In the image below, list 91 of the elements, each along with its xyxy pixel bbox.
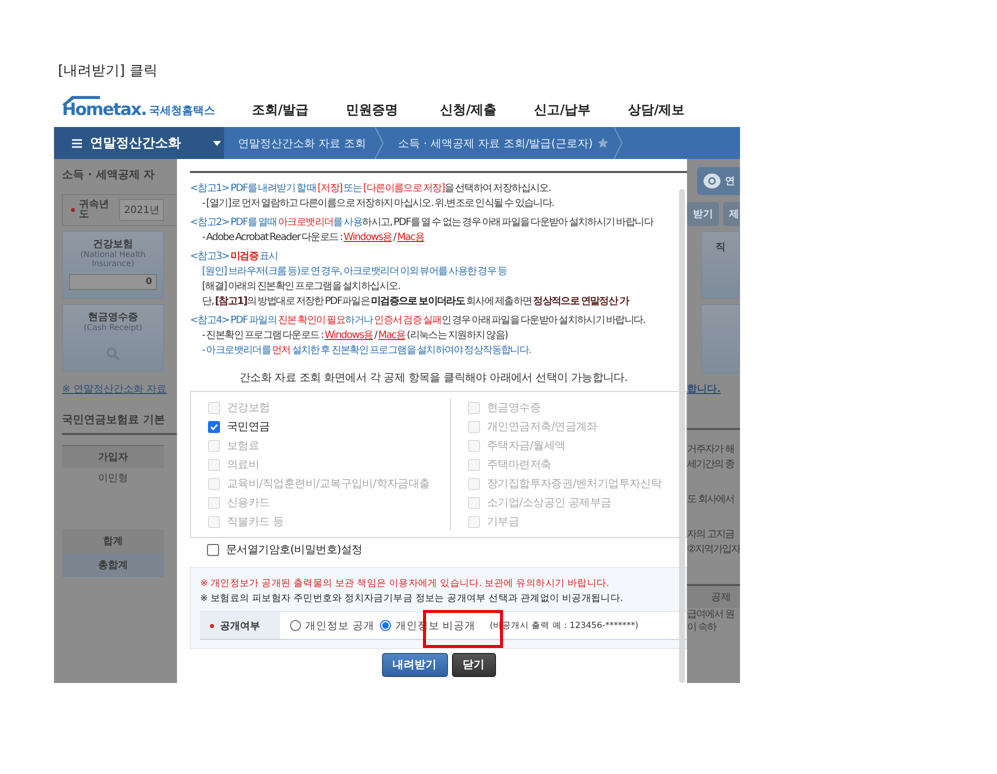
checkbox-label: 직불카드 등 [227,514,284,529]
instruction-text: 간소화 자료 조회 화면에서 각 공제 항목을 클릭해야 아래에서 선택이 가능합니다. [238,370,629,385]
year-select[interactable]: 2021년 [119,199,164,221]
star-icon[interactable] [596,137,609,149]
notice-link[interactable]: 합니다. [687,382,740,396]
card-title: 직 [716,242,726,253]
caret-icon [213,140,221,146]
body-text: 세기간의 종 [687,458,736,472]
checkbox[interactable] [207,544,219,556]
checkbox-label: 국민연금 [227,419,270,434]
checkbox-label: 교육비/직업훈련비/교복구입비/학자금대출 [227,476,430,491]
nav-menu-item[interactable]: 조회/발급 [252,100,346,118]
note-text: <참고1> PDF를 내려받기 할 때[저장]또는[다른이름으로 저장]을 선택하여 저장하십시오. [190,182,552,196]
checkbox-label: 개인연금저축/연금계좌 [487,419,598,434]
info-text: ※ 보험료의 피보험자 주민번호와 정치자금기부금 정보는 공개여부 선택과 관계없이 비공개됩니다. [200,592,624,606]
deduction-card[interactable]: 건강보험 (National Health Insurance) 0 [62,231,164,299]
body-text: ②지역가입자 [687,543,740,557]
download-button[interactable]: 내려받기 [382,653,448,677]
table-cell-text: 급여에서 원 [687,608,736,621]
table-header-cell: 공제 [687,584,740,608]
radio-button[interactable] [290,620,301,631]
body-text: 자의 고지금 [687,528,736,542]
note-text: <참고3>미검증표시 [190,250,279,264]
required-mark-icon [71,208,75,212]
nav-menu-item[interactable]: 신고/납부 [534,100,628,118]
body-text: 도 회사에서 [687,493,736,507]
checkbox-label: 주택자금/월세액 [487,438,566,453]
breadcrumb-separator-icon [612,127,623,159]
checkbox[interactable] [208,420,220,432]
checkbox-label: 문서열기암호(비밀번호)설정 [226,542,362,557]
amount-field: 0 [69,274,157,290]
radio-button[interactable] [380,620,392,631]
download-link[interactable]: Windows용 [324,330,373,341]
caption-text: [내려받기] 클릭 [58,62,158,80]
action-button[interactable]: 제 [723,202,740,226]
radio-label: 개인정보 공개 [305,618,374,632]
checkbox-label: 보험료 [227,438,260,453]
checkbox-label: 신용카드 [227,495,270,510]
note-text: 단,[참고1]의 방법대로 저장한 PDF파일은미검증으로 보이더라도회사에 제출하면정상적으로 연말정산 가 [201,295,630,309]
page-title: 소득 · 세액공제 자 [62,167,156,182]
note-text: - 아크로뱃리더를먼저 설치한 후 진본확인 프로그램을 설치하여야 정상작동합니다. [201,344,532,358]
note-text: [원인] 브라우저(크롬 등)로 연 경우, 아크로뱃리더 이외 뷰어를 사용한 경우 등 [201,265,508,279]
table-footer-cell: 합계 [62,529,164,553]
form-label: 공개여부 [200,612,280,639]
table-header-cell: 가입자 [62,445,164,468]
checkbox-label: 소기업/소상공인 공제부금 [487,495,612,510]
deduction-card[interactable] [701,304,740,374]
deduction-card[interactable]: 현금영수증 (Cash Receipt) [62,304,164,372]
note-text: - Adobe Acrobat Reader 다운로드 :Windows용/Mac용 [201,231,426,245]
checkbox-label: 장기집합투자증권/벤처기업투자신탁 [487,476,662,491]
warning-text: ※ 개인정보가 공개된 출력물의 보관 책임은 이용자에게 있습니다. 보관에 유의하시기 바랍니다. [200,577,610,591]
service-button[interactable]: 연 [697,167,740,195]
scrollbar[interactable] [679,189,685,683]
nav-menu-item[interactable]: 상담/제보 [628,100,722,118]
nav-menu-item[interactable]: 신청/제출 [440,100,534,118]
note-text: - [열기]로 먼저 열람하고 다른이름으로 저장하지 마십시오. 위.변조로 인식될 수 있습니다. [201,197,555,211]
table-cell-text: 이민형 [97,472,129,486]
action-button[interactable]: 받기 [687,202,719,226]
note-text: [해결] 아래의 진본확인 프로그램을 설치하십시오. [201,280,402,294]
menu-icon [72,138,82,148]
table-cell-text: 이 속하 [687,621,718,634]
breadcrumb-link[interactable]: 소득 · 세액공제 자료 조회/발급(근로자) [384,136,601,150]
card-title: 건강보험 [93,238,133,250]
download-link[interactable]: Mac용 [378,330,406,341]
checkbox-label: 건강보험 [227,400,270,415]
breadcrumb-link[interactable]: 연말정산간소화 자료 조회 [224,136,374,150]
download-link[interactable]: Mac용 [397,232,424,243]
note-text: - 진본확인 프로그램 다운로드 :Windows용/Mac용(리눅스는 지원하지 않음) [201,329,509,343]
logo-text[interactable]: Hometax. [62,100,146,120]
download-link[interactable]: Windows용 [344,232,392,243]
nav-menu-item[interactable]: 민원증명 [346,100,440,118]
note-text: <참고2> PDF를 열때 아크로뱃리더를 사용하시고, PDF를 열 수 없는 경우 아래 파일을 다운받아 설치하시기 바랍니다 [190,216,654,230]
field-label: 귀속년도 [79,200,109,220]
card-subtitle: (Cash Receipt) [82,324,144,333]
mascot-icon [703,173,721,189]
deduction-card[interactable]: 직 [701,231,740,299]
menu-dropdown[interactable]: 연말정산간소화 [54,127,224,159]
card-title: 현금영수증 [88,311,138,324]
search-icon[interactable] [106,346,120,361]
notice-link[interactable]: ※ 연말정산간소화 자료 [62,382,177,396]
body-text: 거주자가 해 [687,443,736,457]
logo-subtitle: 국세청홈택스 [149,102,216,118]
card-subtitle: (National Health Insurance) [79,251,147,269]
checkbox-label: 현금영수증 [487,400,541,415]
table-footer-cell: 총합계 [62,553,164,577]
checkbox-label: 주택마련저축 [487,457,552,472]
close-button[interactable]: 닫기 [452,653,496,677]
breadcrumb-separator-icon [374,127,384,159]
note-text: <참고4> PDF 파일의 진본 확인이 필요하거나인증서 검증 실패인 경우 아래 파일을 다운받아 설치하시기 바랍니다. [190,314,646,328]
checkbox-label: 의료비 [227,457,260,472]
checkbox-label: 기부금 [487,514,520,529]
